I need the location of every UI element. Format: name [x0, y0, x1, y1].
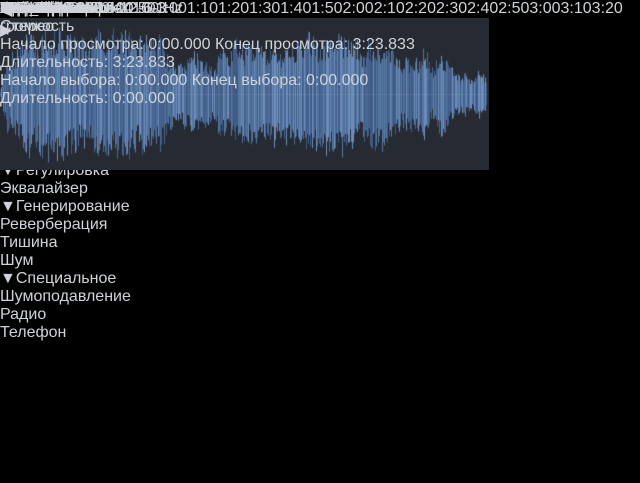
- view-duration-value: 3:23.833: [113, 54, 175, 71]
- effect-item-13[interactable]: ▼Специальное: [0, 270, 131, 288]
- status-bar: Источник: MP3 44100 Hz Стерео Начало про…: [0, 0, 415, 108]
- source-info: Источник: MP3 44100 Hz: [0, 0, 415, 18]
- effect-item-label: Шум: [0, 252, 33, 269]
- effect-item-14[interactable]: Шумоподавление: [0, 288, 131, 306]
- view-end-value: 3:23.833: [353, 36, 415, 53]
- wave-editor-window: ФайлВидЭффе... *Новый проект без имени ?…: [0, 0, 640, 483]
- status-selection: Начало выбора: 0:00.000 Конец выбора: 0:…: [0, 72, 415, 108]
- effect-item-label: Генерирование: [16, 198, 130, 215]
- effect-item-12[interactable]: Шум: [0, 252, 131, 270]
- effect-item-label: Эквалайзер: [0, 180, 88, 197]
- view-start-value: 0:00.000: [148, 36, 210, 53]
- selection-end-value: 0:00.000: [306, 72, 368, 89]
- effect-item-16[interactable]: Телефон: [0, 324, 131, 342]
- ruler-time-label: 3:20: [592, 0, 623, 17]
- effect-item-label: Тишина: [0, 234, 58, 251]
- effect-item-label: Радио: [0, 306, 46, 323]
- channel-mode: Стерео: [0, 18, 415, 36]
- selection-start-label: Начало выбора:: [0, 72, 121, 89]
- selection-start-value: 0:00.000: [125, 72, 187, 89]
- effect-item-11[interactable]: Тишина: [0, 234, 131, 252]
- view-end-label: Конец просмотра:: [215, 36, 348, 53]
- effect-item-label: Телефон: [0, 324, 66, 341]
- effect-item-label: Реверберация: [0, 216, 107, 233]
- effect-item-label: Специальное: [16, 270, 116, 287]
- effect-item-8[interactable]: Эквалайзер: [0, 180, 131, 198]
- view-duration-label: Длительность:: [0, 54, 108, 71]
- effect-item-label: Шумоподавление: [0, 288, 131, 305]
- effect-item-9[interactable]: ▼Генерирование: [0, 198, 131, 216]
- collapse-triangle-icon[interactable]: ▼: [0, 198, 16, 215]
- status-view: Начало просмотра: 0:00.000 Конец просмот…: [0, 36, 415, 72]
- ruler-time-label: 2:50: [498, 0, 529, 17]
- selection-duration-label: Длительность:: [0, 90, 108, 107]
- ruler-time-label: 3:10: [561, 0, 592, 17]
- selection-end-label: Конец выбора:: [192, 72, 302, 89]
- view-start-label: Начало просмотра:: [0, 36, 144, 53]
- ruler-time-label: 3:00: [529, 0, 560, 17]
- effect-item-10[interactable]: Реверберация: [0, 216, 131, 234]
- effect-item-15[interactable]: Радио: [0, 306, 131, 324]
- status-source: Источник: MP3 44100 Hz Стерео: [0, 0, 415, 36]
- collapse-triangle-icon[interactable]: ▼: [0, 270, 16, 287]
- selection-duration-value: 0:00.000: [113, 90, 175, 107]
